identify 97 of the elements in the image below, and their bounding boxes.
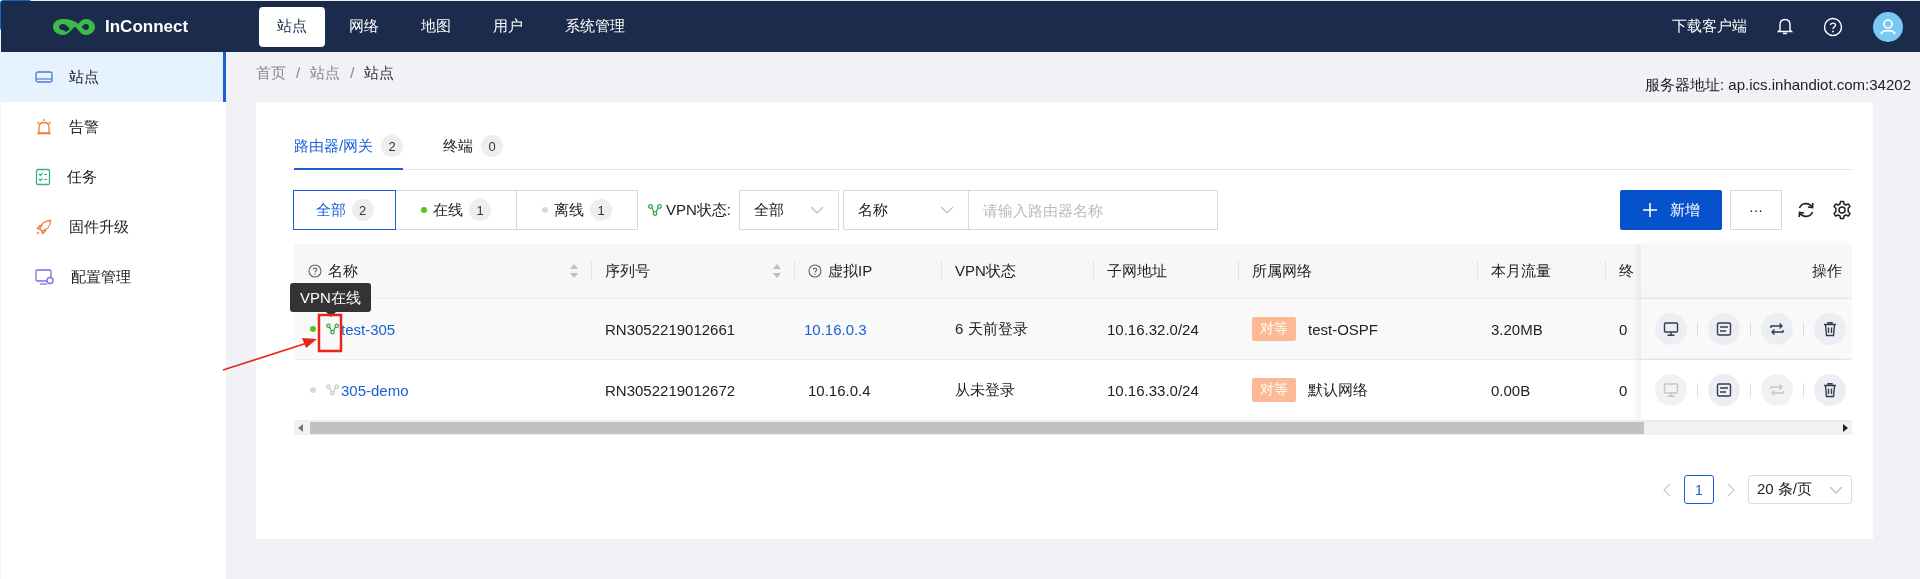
- checklist-icon: [35, 168, 51, 186]
- monitor-icon: [1663, 382, 1679, 398]
- monitor-icon: [1663, 321, 1679, 337]
- swap-button[interactable]: [1761, 313, 1793, 345]
- column-header: 本月流量: [1491, 261, 1551, 281]
- tab[interactable]: 终端 0: [443, 124, 504, 170]
- nav-tab[interactable]: 系统管理: [547, 6, 643, 47]
- count-badge: 2: [381, 135, 404, 157]
- nav-tab[interactable]: 用户: [475, 6, 541, 47]
- list-button[interactable]: [1708, 374, 1740, 406]
- table-cell: 0: [1619, 381, 1628, 399]
- trash-icon: [1822, 321, 1838, 337]
- list-icon: [1716, 321, 1732, 337]
- router-icon: [35, 70, 53, 84]
- column-header[interactable]: 名称: [328, 261, 358, 281]
- monitor-button[interactable]: [1655, 313, 1687, 345]
- breadcrumb-separator: /: [296, 63, 301, 83]
- chevron-down-icon: [1829, 485, 1843, 494]
- gear-monitor-icon: [35, 268, 55, 286]
- chevron-down-icon: [810, 206, 824, 214]
- sidebar-item[interactable]: 配置管理: [1, 252, 226, 302]
- trash-icon: [1822, 382, 1838, 398]
- download-client-link[interactable]: 下载客户端: [1672, 17, 1747, 36]
- table-cell: 默认网络: [1308, 380, 1368, 400]
- table-cell: 10.16.33.0/24: [1107, 381, 1199, 399]
- table-cell: 10.16.32.0/24: [1107, 320, 1199, 338]
- table-cell: 0: [1619, 320, 1628, 338]
- sidebar-item[interactable]: 固件升级: [1, 202, 226, 252]
- column-header: 所属网络: [1252, 261, 1312, 281]
- column-header: 虚拟IP: [828, 261, 873, 281]
- vpn-icon: [648, 204, 662, 216]
- sidebar-item[interactable]: 告警: [1, 102, 226, 152]
- site-name-link[interactable]: 305-demo: [341, 381, 409, 399]
- nav-tab[interactable]: 网络: [331, 6, 397, 47]
- list-icon: [1716, 382, 1732, 398]
- more-button[interactable]: ···: [1730, 190, 1782, 230]
- table-cell: 从未登录: [955, 380, 1015, 400]
- scroll-left-icon[interactable]: [298, 424, 304, 432]
- table-cell: 0.00B: [1491, 381, 1531, 399]
- tooltip-arrow: [326, 312, 336, 317]
- sidebar-item[interactable]: 站点: [1, 52, 226, 102]
- swap-icon: [1769, 382, 1785, 398]
- page-size-select[interactable]: 20 条/页: [1748, 475, 1852, 504]
- avatar-icon[interactable]: [1873, 11, 1903, 42]
- swap-icon: [1769, 321, 1785, 337]
- nav-tab[interactable]: 地图: [403, 6, 469, 47]
- server-address: 服务器地址: ap.ics.inhandiot.com:34202: [1645, 75, 1911, 95]
- sidebar-item[interactable]: 任务: [1, 152, 226, 202]
- plus-icon: [1642, 202, 1658, 218]
- tooltip: VPN在线: [290, 283, 371, 312]
- scrollbar[interactable]: [294, 421, 1852, 435]
- count-badge: 1: [469, 199, 491, 221]
- breadcrumb-item: 站点: [364, 63, 395, 83]
- network-tag: 对等: [1252, 317, 1296, 341]
- scroll-right-icon[interactable]: [1842, 424, 1848, 432]
- column-header: 子网地址: [1107, 261, 1167, 281]
- status-filter[interactable]: 离线 1: [516, 190, 638, 230]
- help-icon: [808, 264, 822, 278]
- column-header: 操作: [1812, 261, 1842, 281]
- virtual-ip-link[interactable]: 10.16.0.3: [804, 320, 867, 338]
- table-cell: 6 天前登录: [955, 319, 1028, 339]
- breadcrumb-separator: /: [350, 63, 355, 83]
- help-icon: [308, 264, 322, 278]
- add-button[interactable]: 新增: [1620, 190, 1722, 230]
- chevron-down-icon: [940, 206, 954, 214]
- settings-icon[interactable]: [1832, 200, 1852, 220]
- list-button[interactable]: [1708, 313, 1740, 345]
- search-field[interactable]: 请输入路由器名称: [968, 190, 1218, 230]
- count-badge: 2: [351, 199, 374, 221]
- alarm-icon: [35, 118, 53, 136]
- network-tag: 对等: [1252, 378, 1296, 402]
- refresh-icon[interactable]: [1796, 200, 1816, 220]
- count-badge: 0: [481, 135, 504, 157]
- column-header: VPN状态: [955, 261, 1016, 281]
- site-name-link[interactable]: test-305: [341, 320, 396, 338]
- vpn-status-select[interactable]: 全部: [739, 190, 839, 230]
- nav-tab[interactable]: 站点: [259, 6, 325, 47]
- status-filter[interactable]: 在线 1: [395, 190, 517, 230]
- table-cell: 10.16.0.4: [808, 381, 871, 399]
- trash-button[interactable]: [1814, 374, 1846, 406]
- trash-button[interactable]: [1814, 313, 1846, 345]
- vpn-status-label: VPN状态:: [666, 200, 731, 220]
- column-header[interactable]: 序列号: [605, 261, 650, 281]
- table-cell: RN3052219012661: [605, 320, 736, 338]
- highlight-box: [317, 313, 343, 353]
- count-badge: 1: [590, 199, 612, 221]
- page-button[interactable]: 1: [1684, 475, 1714, 504]
- logo-text: InConnect: [105, 16, 189, 37]
- table-cell: 3.20MB: [1491, 320, 1543, 338]
- bell-icon[interactable]: [1777, 17, 1793, 36]
- status-filter[interactable]: 全部 2: [293, 190, 396, 230]
- help-icon[interactable]: [1823, 16, 1843, 37]
- rocket-icon: [35, 218, 53, 236]
- table-cell: RN3052219012672: [605, 381, 736, 399]
- tab[interactable]: 路由器/网关 2: [294, 124, 404, 170]
- column-header: 终: [1619, 261, 1634, 281]
- table-cell: test-OSPF: [1308, 320, 1378, 338]
